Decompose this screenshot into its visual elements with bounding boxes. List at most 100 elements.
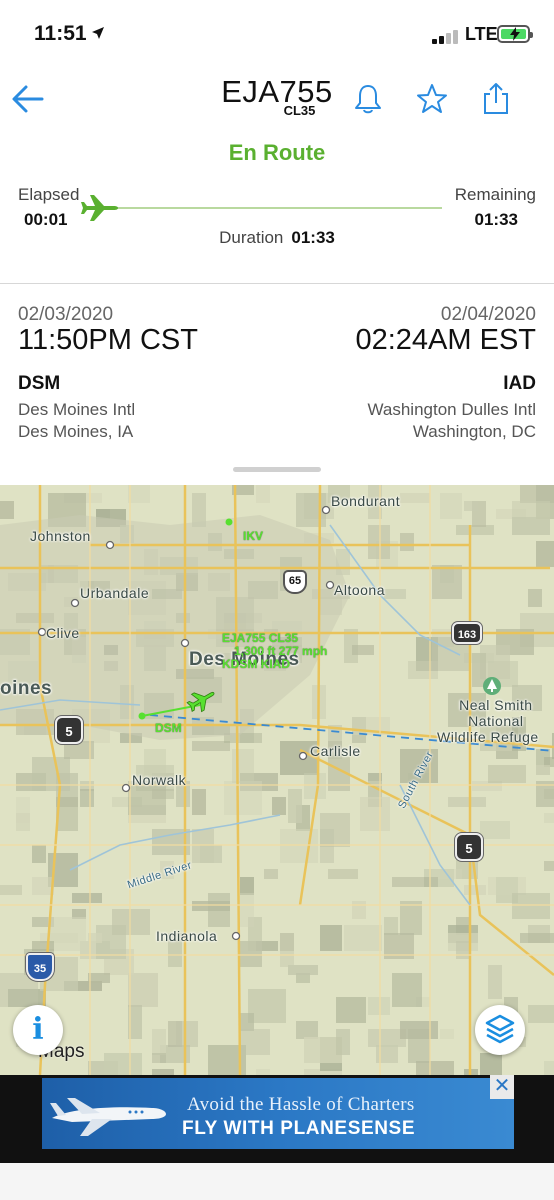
jet-image — [50, 1098, 166, 1136]
highway-5-west-shield: 5 — [55, 716, 83, 744]
map-canvas[interactable] — [0, 485, 554, 1075]
park-icon — [483, 677, 501, 695]
map-label-neal-smith: Neal Smith National Wildlife Refuge — [437, 697, 539, 745]
departure-code[interactable]: DSM — [18, 373, 60, 395]
terrain-patch — [400, 901, 422, 935]
map-label-ikv: IKV — [243, 529, 264, 543]
map-label-urbandale: Urbandale — [80, 585, 150, 601]
terrain-patch — [448, 797, 486, 807]
terrain-patch — [456, 525, 494, 535]
terrain-patch — [440, 1029, 454, 1039]
terrain-patch — [104, 1053, 142, 1075]
terrain-patch — [224, 781, 262, 815]
terrain-patch — [520, 485, 554, 503]
map-label-clive: Clive — [46, 625, 80, 641]
ad-close-button[interactable]: ✕ — [490, 1075, 514, 1099]
highway-163-shield: 163 — [452, 622, 482, 644]
terrain-patch — [80, 789, 94, 807]
terrain-patch — [520, 933, 554, 943]
terrain-patch — [0, 885, 22, 895]
terrain-patch — [544, 861, 554, 871]
map-label-bondurant: Bondurant — [331, 493, 401, 509]
terrain-patch — [152, 789, 174, 799]
ad-headline: Avoid the Hassle of Charters — [187, 1094, 415, 1115]
ad-banner[interactable]: Avoid the Hassle of Charters FLY WITH PL… — [42, 1078, 514, 1149]
terrain-patch — [352, 901, 366, 919]
terrain-patch — [384, 917, 398, 935]
terrain-patch — [384, 589, 406, 599]
map-label-johnston: Johnston — [30, 528, 91, 544]
arrival-date: 02/04/2020 — [440, 304, 536, 325]
remaining-value: 01:33 — [474, 210, 518, 229]
terrain-patch — [392, 973, 422, 1007]
terrain-patch — [288, 789, 302, 823]
terrain-patch — [192, 789, 206, 815]
arrival-code[interactable]: IAD — [503, 373, 536, 395]
flight-progress-track — [100, 207, 442, 209]
map-label-dsm: DSM — [155, 721, 182, 735]
terrain-patch — [528, 589, 542, 607]
terrain-patch — [32, 941, 54, 951]
terrain-patch — [488, 965, 502, 999]
duration-value: 01:33 — [291, 228, 335, 247]
layers-icon — [485, 1014, 515, 1044]
map-label-indianola: Indianola — [156, 928, 218, 944]
arrival-time: 02:24AM EST — [355, 324, 536, 356]
terrain-patch — [240, 877, 254, 895]
elapsed-label: Elapsed — [18, 185, 80, 204]
terrain-patch — [472, 653, 486, 687]
location-arrow-icon — [92, 27, 104, 39]
terrain-patch — [296, 1021, 318, 1039]
arrival-airport[interactable]: Washington Dulles Intl — [367, 400, 536, 420]
terrain-patch — [336, 997, 366, 1023]
terrain-patch — [304, 773, 326, 799]
bottom-safe-area — [0, 1163, 554, 1200]
terrain-patch — [32, 757, 70, 791]
bell-icon[interactable] — [351, 82, 385, 116]
terrain-patch — [440, 493, 462, 519]
terrain-patch — [320, 813, 350, 847]
ad-strip: Avoid the Hassle of Charters FLY WITH PL… — [0, 1075, 554, 1163]
us-route-65-shield: 65 — [283, 570, 307, 594]
terrain-patch — [328, 869, 358, 879]
arrival-city: Washington, DC — [412, 422, 536, 441]
terrain-patch — [536, 765, 550, 775]
terrain-patch — [240, 1013, 254, 1031]
interstate-35-shield: 35 — [26, 953, 54, 981]
terrain-patch — [416, 1061, 454, 1075]
flight-map[interactable]: Bondurant Johnston IKV Altoona Urbandale… — [0, 485, 554, 1075]
share-icon[interactable] — [479, 82, 513, 116]
terrain-patch — [280, 933, 294, 967]
terrain-patch — [320, 925, 342, 951]
terrain-patch — [336, 1029, 350, 1055]
flight-status: En Route — [228, 140, 326, 165]
map-info-button[interactable]: i — [13, 1005, 63, 1055]
terrain-patch — [432, 565, 462, 599]
network-label: LTE — [465, 24, 498, 44]
info-icon: i — [32, 1012, 44, 1047]
terrain-patch — [424, 877, 438, 887]
duration-label: Duration — [219, 228, 284, 247]
terrain-patch — [88, 973, 110, 983]
terrain-patch — [176, 1021, 198, 1047]
terrain-patch — [464, 885, 486, 895]
aircraft-type: CL35 — [283, 103, 316, 118]
terrain-patch — [272, 797, 286, 815]
departure-airport[interactable]: Des Moines Intl — [18, 400, 135, 420]
status-time: 11:51 — [34, 22, 87, 45]
terrain-patch — [296, 493, 326, 527]
terrain-patch — [544, 1061, 554, 1075]
terrain-patch — [16, 797, 30, 823]
signal-strength-icon — [432, 28, 462, 44]
terrain-patch — [240, 941, 262, 967]
terrain-patch — [152, 1053, 166, 1063]
map-layers-button[interactable] — [475, 1005, 525, 1055]
terrain-patch — [128, 485, 150, 503]
status-bar: 11:51 LTE — [0, 0, 554, 70]
flight-data-tag[interactable]: EJA755 CL35 1,300 ft 277 mph KDSM KIAD — [222, 632, 327, 671]
elapsed-value: 00:01 — [24, 210, 68, 229]
terrain-patch — [512, 893, 550, 919]
sheet-drag-handle[interactable] — [233, 467, 321, 472]
star-icon[interactable] — [415, 82, 449, 116]
map-label-altoona: Altoona — [334, 582, 385, 598]
